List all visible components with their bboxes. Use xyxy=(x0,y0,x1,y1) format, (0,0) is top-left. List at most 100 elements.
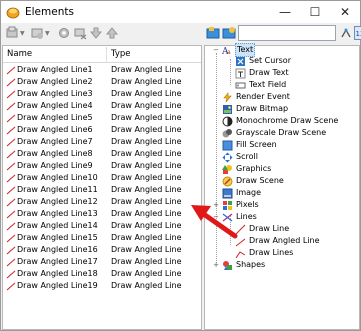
tree-node-set-cursor[interactable]: Set Cursor xyxy=(235,55,292,67)
angled-line-icon xyxy=(6,186,16,195)
tree-node-draw-lines[interactable]: Draw Lines xyxy=(235,247,294,259)
tree-node-text-field[interactable]: Text Field xyxy=(235,79,287,91)
tree-node-label: Draw Line xyxy=(249,224,290,233)
draw-scene-icon xyxy=(222,176,233,186)
svg-text:123: 123 xyxy=(356,30,361,38)
list-item[interactable]: Draw Angled Line16 Draw Angled Line xyxy=(3,244,201,256)
list-item[interactable]: Draw Angled Line9 Draw Angled Line xyxy=(3,160,201,172)
graphics-icon xyxy=(222,164,232,174)
list-item[interactable]: Draw Angled Line1 Draw Angled Line xyxy=(3,64,201,76)
angled-line-icon xyxy=(6,234,16,243)
tree-node-label: Draw Text xyxy=(249,68,289,77)
list-item[interactable]: Draw Angled Line2 Draw Angled Line xyxy=(3,76,201,88)
angled-line-icon xyxy=(6,102,16,111)
tree-node-draw-text[interactable]: Draw Text xyxy=(235,67,290,79)
tree-node-label: Graphics xyxy=(236,164,272,173)
component-tree[interactable]: − Aa Text Set Cursor Draw Text Text Fiel… xyxy=(204,43,360,330)
maximize-button[interactable]: ☐ xyxy=(300,1,330,23)
list-item[interactable]: Draw Angled Line12 Draw Angled Line xyxy=(3,196,201,208)
tree-node-label: Scroll xyxy=(236,152,258,161)
elements-list[interactable]: Name Type Draw Angled Line1 Draw Angled L… xyxy=(2,45,202,330)
column-header-name[interactable]: Name xyxy=(7,49,32,60)
chevron-down-icon[interactable]: ▼ xyxy=(45,30,50,37)
cell-type: Draw Angled Line xyxy=(111,221,182,230)
collapse-toggle[interactable]: − xyxy=(212,44,220,56)
image-icon xyxy=(222,188,233,198)
tree-node-draw-bitmap[interactable]: Draw Bitmap xyxy=(222,103,289,115)
multi-line-icon xyxy=(235,250,246,258)
search-input[interactable] xyxy=(238,25,336,41)
tree-node-draw-line[interactable]: Draw Line xyxy=(235,223,290,235)
list-item[interactable]: Draw Angled Line3 Draw Angled Line xyxy=(3,88,201,100)
tree-node-monochrome-draw-scene[interactable]: Monochrome Draw Scene xyxy=(222,115,339,127)
tree-node-label: Draw Angled Line xyxy=(249,236,320,245)
tree-guide-line xyxy=(230,59,231,85)
chevron-down-icon[interactable]: ▼ xyxy=(20,30,25,37)
angled-line-icon xyxy=(6,138,16,147)
move-down-icon[interactable] xyxy=(89,26,103,40)
cell-type: Draw Angled Line xyxy=(111,101,182,110)
list-item[interactable]: Draw Angled Line13 Draw Angled Line xyxy=(3,208,201,220)
angled-line-icon xyxy=(6,90,16,99)
add-element-icon[interactable] xyxy=(30,26,44,40)
cell-type: Draw Angled Line xyxy=(111,209,182,218)
minimize-button[interactable]: — xyxy=(270,1,300,23)
tree-node-grayscale-draw-scene[interactable]: Grayscale Draw Scene xyxy=(222,127,327,139)
column-header-type[interactable]: Type xyxy=(111,49,131,60)
cell-type: Draw Angled Line xyxy=(111,233,182,242)
cell-name: Draw Angled Line14 xyxy=(17,221,98,230)
list-item[interactable]: Draw Angled Line6 Draw Angled Line xyxy=(3,124,201,136)
tree-node-label: Draw Bitmap xyxy=(236,104,289,113)
tree-node-label: Shapes xyxy=(236,260,266,269)
list-item[interactable]: Draw Angled Line4 Draw Angled Line xyxy=(3,100,201,112)
close-button[interactable]: ✕ xyxy=(330,1,360,23)
list-item[interactable]: Draw Angled Line19 Draw Angled Line xyxy=(3,280,201,292)
angled-line-icon xyxy=(6,198,16,207)
add-component-icon[interactable] xyxy=(206,26,220,40)
cell-name: Draw Angled Line18 xyxy=(17,269,98,278)
cursor-icon xyxy=(236,56,245,66)
tree-node-render-event[interactable]: Render Event xyxy=(222,91,291,103)
delete-icon[interactable] xyxy=(73,26,87,40)
tree-node-graphics[interactable]: Graphics xyxy=(222,163,272,175)
tree-node-label: Fill Screen xyxy=(236,140,277,149)
expand-toggle[interactable]: + xyxy=(212,259,220,271)
cell-name: Draw Angled Line5 xyxy=(17,113,93,122)
title-bar[interactable]: Elements — ☐ ✕ xyxy=(1,1,360,23)
cell-type: Draw Angled Line xyxy=(111,65,182,74)
list-item[interactable]: Draw Angled Line5 Draw Angled Line xyxy=(3,112,201,124)
list-item[interactable]: Draw Angled Line11 Draw Angled Line xyxy=(3,184,201,196)
tree-node-scroll[interactable]: Scroll xyxy=(222,151,259,163)
sort-numeric-icon[interactable]: 123 xyxy=(354,26,361,40)
list-item[interactable]: Draw Angled Line14 Draw Angled Line xyxy=(3,220,201,232)
cell-type: Draw Angled Line xyxy=(111,269,182,278)
angled-line-icon xyxy=(6,66,16,75)
tree-node-draw-angled-line[interactable]: Draw Angled Line xyxy=(235,235,321,247)
tree-node-shapes[interactable]: + Shapes xyxy=(212,259,266,271)
angled-line-icon xyxy=(6,222,16,231)
list-item[interactable]: Draw Angled Line18 Draw Angled Line xyxy=(3,268,201,280)
list-item[interactable]: Draw Angled Line15 Draw Angled Line xyxy=(3,232,201,244)
list-item[interactable]: Draw Angled Line7 Draw Angled Line xyxy=(3,136,201,148)
cell-type: Draw Angled Line xyxy=(111,125,182,134)
filter-icon[interactable] xyxy=(339,26,353,40)
tree-node-image[interactable]: Image xyxy=(222,187,262,199)
angled-line-icon xyxy=(6,210,16,219)
cell-name: Draw Angled Line19 xyxy=(17,281,98,290)
cell-name: Draw Angled Line9 xyxy=(17,161,93,170)
tree-node-draw-scene[interactable]: Draw Scene xyxy=(222,175,285,187)
tree-node-fill-screen[interactable]: Fill Screen xyxy=(222,139,278,151)
list-item[interactable]: Draw Angled Line8 Draw Angled Line xyxy=(3,148,201,160)
tree-node-label: Draw Lines xyxy=(249,248,294,257)
gear-icon[interactable] xyxy=(57,26,71,40)
add-group-icon[interactable] xyxy=(222,26,236,40)
annotation-arrow-icon xyxy=(191,205,238,239)
angled-line-icon xyxy=(6,78,16,87)
list-item[interactable]: Draw Angled Line10 Draw Angled Line xyxy=(3,172,201,184)
angled-line-icon xyxy=(6,126,16,135)
new-element-icon[interactable] xyxy=(5,26,19,40)
column-divider[interactable] xyxy=(106,47,107,62)
app-icon xyxy=(6,7,20,19)
move-up-icon[interactable] xyxy=(105,26,119,40)
list-item[interactable]: Draw Angled Line17 Draw Angled Line xyxy=(3,256,201,268)
